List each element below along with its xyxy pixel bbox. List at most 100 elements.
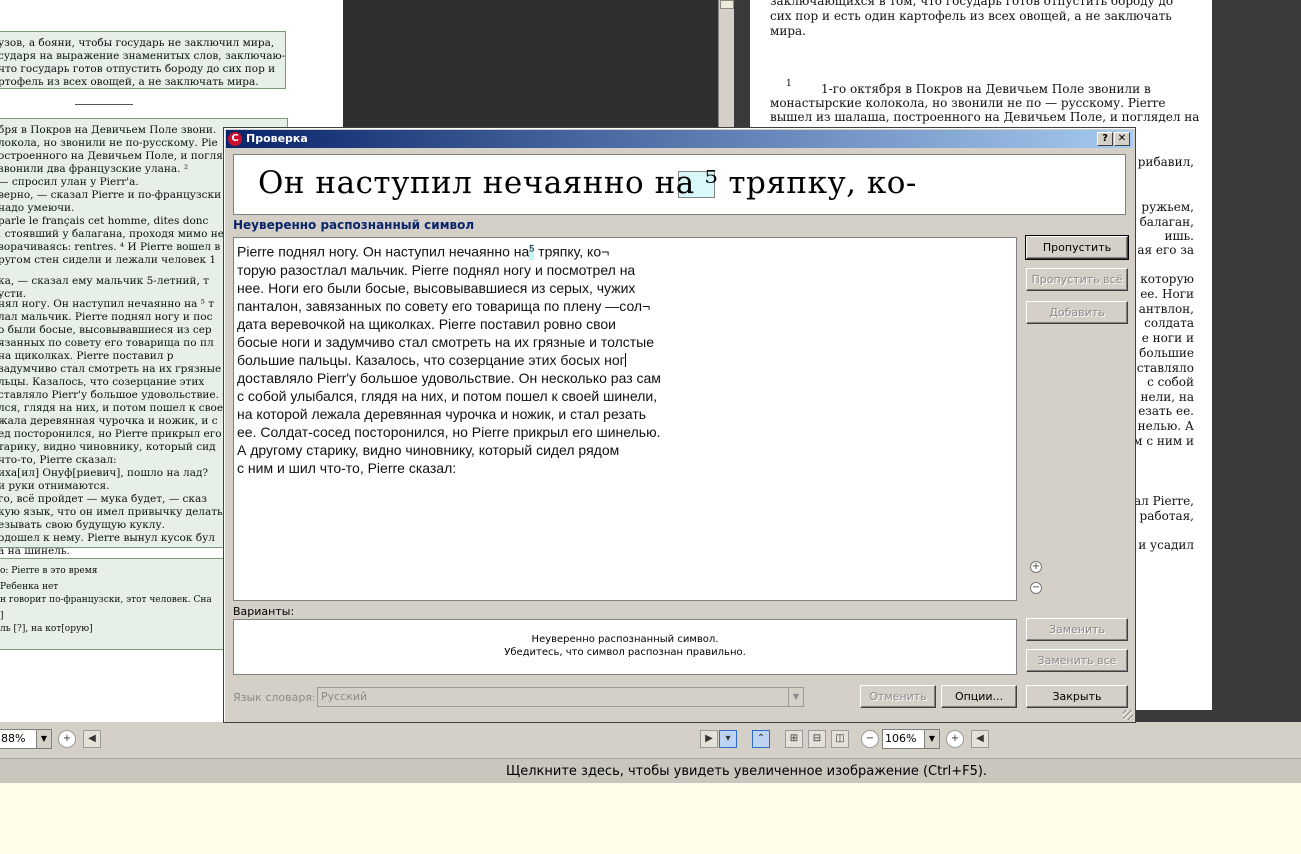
text-fragment: рибавил, — [1137, 155, 1194, 169]
image-text-line: надо умеючи. — [0, 202, 75, 214]
text-fragment: с собой — [1147, 375, 1194, 389]
fit-width-icon[interactable]: ⊟ — [808, 730, 826, 748]
text-fragment: нели, на — [1140, 390, 1194, 404]
vertical-scrollbar[interactable] — [718, 0, 734, 130]
editor-line[interactable]: панталон, завязанных по совету его товар… — [237, 297, 1013, 315]
editor-line-text[interactable]: тряпку, ко¬ — [534, 244, 609, 260]
text-line: сих пор и есть один картофель из всех ов… — [770, 9, 1172, 23]
zoom-out-icon[interactable]: − — [1030, 582, 1042, 594]
image-text-line: лал мальчик. Pierre поднял ногу и пос — [0, 311, 213, 323]
two-pages-icon[interactable]: ◫ — [831, 730, 849, 748]
dialog-title: Проверка — [246, 132, 308, 145]
image-text-line: задумчиво стал смотреть на их грязные — [0, 363, 222, 375]
editor-line[interactable]: большие пальцы. Казалось, что созерцание… — [237, 351, 1013, 369]
image-text-line: льцы. Казалось, что созерцание этих — [0, 376, 205, 388]
editor-line[interactable]: ее. Солдат-сосед посторонился, но Pierre… — [237, 423, 1013, 441]
dialog-titlebar[interactable]: C Проверка ? ✕ — [226, 130, 1133, 148]
editor-line[interactable]: на которой лежала деревянная чурочка и н… — [237, 405, 1013, 423]
editor-line[interactable]: дата веревочкой на щиколках. Pierre пост… — [237, 315, 1013, 333]
zoom-out-icon[interactable]: − — [861, 730, 879, 748]
image-text-line: ль [?], на кот[орую] — [0, 624, 93, 634]
image-text-line: о: Pierre в это время — [0, 566, 98, 576]
text-fragment: ружьем, — [1141, 200, 1194, 214]
text-fragment: ал Pierre, — [1134, 494, 1194, 508]
text-fragment: нелью. А — [1137, 419, 1194, 433]
add-button[interactable]: Добавить — [1026, 301, 1128, 324]
scroll-left-icon[interactable]: ◀ — [971, 730, 989, 748]
text-fragment: работая, — [1139, 509, 1194, 523]
text-fragment: солдата — [1144, 316, 1194, 330]
editor-line-text[interactable]: Pierre поднял ногу. Он наступил нечаянно… — [237, 244, 529, 260]
editor-line[interactable]: с собой улыбался, глядя на них, и потом … — [237, 387, 1013, 405]
zoom-in-icon[interactable]: + — [58, 730, 76, 748]
zoom-in-icon[interactable]: + — [946, 730, 964, 748]
image-text-line: остроенного на Девичьем Поле, и поглядо — [0, 150, 236, 162]
image-text-line: звонили два французские улана. ² — [0, 163, 189, 175]
image-text-line: жала деревянная чурочка и ножик, и с — [0, 415, 218, 427]
scrollbar-thumb[interactable] — [720, 0, 734, 9]
image-text-line: нял ногу. Он наступил нечаянно на ⁵ т — [0, 298, 215, 310]
status-text[interactable]: Щелкните здесь, чтобы увидеть увеличенно… — [506, 764, 987, 779]
editor-line[interactable]: торую разостлал мальчик. Pierre поднял н… — [237, 261, 1013, 279]
variants-label: Варианты: — [233, 605, 295, 618]
text-line: монастырские колокола, но звонили не по … — [770, 96, 1166, 110]
chevron-down-icon[interactable]: ▼ — [924, 730, 939, 748]
text-fragment: которую — [1140, 272, 1194, 286]
variants-message: Убедитесь, что символ распознан правильн… — [504, 647, 746, 658]
editor-line[interactable]: нее. Ноги его были босые, высовывавшиеся… — [237, 279, 1013, 297]
image-text-line: язанных по совету его товарища по пл — [0, 337, 214, 349]
image-text-line: что-то, Pierre сказал: — [0, 454, 117, 466]
image-text-line: го, всё пройдет — мука будет, — сказ — [0, 493, 207, 505]
chevron-down-icon[interactable]: ▼ — [36, 730, 51, 748]
image-text-line: ка, — сказал ему мальчик 5-летний, т — [0, 275, 209, 287]
scroll-right-icon[interactable]: ▶ — [700, 730, 718, 748]
image-text-line: ртофель из всех овощей, а не заключать м… — [0, 76, 259, 88]
image-text-line: сударя на выражение знаменитых слов, зак… — [0, 50, 286, 62]
editor-line[interactable]: доставляло Pierr'у большое удовольствие.… — [237, 369, 1013, 387]
image-text-line: на щиколках. Pierre поставил р — [0, 350, 174, 362]
fit-page-icon[interactable]: ⊞ — [785, 730, 803, 748]
editor-line[interactable]: с ним и шил что-то, Pierre сказал: — [237, 459, 1013, 477]
image-text-line: Ребенка нет — [0, 582, 59, 592]
text-editor[interactable]: Pierre поднял ногу. Он наступил нечаянно… — [233, 237, 1017, 601]
chevron-down-icon[interactable]: ▼ — [788, 688, 803, 706]
image-text-line: ворачиваясь: rentres. ⁴ И Pierre вошел в — [0, 241, 221, 253]
undo-button[interactable]: Отменить — [860, 685, 936, 708]
section-label: Неуверенно распознанный символ — [233, 218, 475, 232]
text-fragment: ставляло — [1136, 361, 1194, 375]
skip-button[interactable]: Пропустить — [1025, 235, 1129, 260]
editor-line-text[interactable]: большие пальцы. Казалось, что созерцание… — [237, 352, 625, 368]
help-button[interactable]: ? — [1097, 132, 1113, 146]
close-button[interactable]: Закрыть — [1026, 685, 1128, 708]
left-zoom-value: 88% — [1, 732, 26, 745]
text-fragment: ая его за — [1137, 243, 1194, 257]
image-text-line: parle le français cet homme, dites donc — [0, 215, 209, 227]
editor-line[interactable]: босые ноги и задумчиво стал смотреть на … — [237, 333, 1013, 351]
status-bar[interactable]: Щелкните здесь, чтобы увидеть увеличенно… — [0, 758, 1301, 783]
resize-grip-icon[interactable] — [1123, 710, 1133, 720]
zoom-in-icon[interactable]: + — [1030, 561, 1042, 573]
scroll-left-icon[interactable]: ◀ — [83, 730, 101, 748]
dictionary-language-select[interactable]: Русский ▼ — [317, 687, 804, 707]
left-zoom-combo[interactable]: 88% ▼ — [0, 729, 52, 749]
image-text-line: узов, а бояни, чтобы государь не заключи… — [0, 37, 275, 49]
close-icon[interactable]: ✕ — [1114, 132, 1130, 146]
image-text-line: о были босые, высовывавшиеся из сер — [0, 324, 212, 336]
replace-all-button[interactable]: Заменить все — [1026, 649, 1128, 672]
image-text-line: лся, глядя на них, и потом пошел к свое — [0, 402, 224, 414]
dark-gap — [343, 0, 718, 130]
text-fragment: антвлон, — [1138, 302, 1194, 316]
pin-icon[interactable]: ▾ — [719, 730, 737, 748]
collapse-icon[interactable]: ⌃ — [752, 730, 770, 748]
variants-list[interactable]: Неуверенно распознанный символ. Убедитес… — [233, 619, 1017, 675]
options-button[interactable]: Опции... — [941, 685, 1017, 708]
image-text-line: ] — [0, 611, 4, 621]
image-text-line: и руки отнимаются. — [0, 480, 110, 492]
editor-line[interactable]: Pierre поднял ногу. Он наступил нечаянно… — [237, 239, 1013, 261]
text-line: мира. — [770, 24, 806, 38]
image-text-line: кую язык, что он имел привычку делать — [0, 506, 223, 518]
replace-button[interactable]: Заменить — [1026, 618, 1128, 641]
right-zoom-combo[interactable]: 106% ▼ — [882, 729, 940, 749]
editor-line[interactable]: А другому старику, видно чиновнику, кото… — [237, 441, 1013, 459]
skip-all-button[interactable]: Пропустить всё — [1026, 268, 1128, 291]
